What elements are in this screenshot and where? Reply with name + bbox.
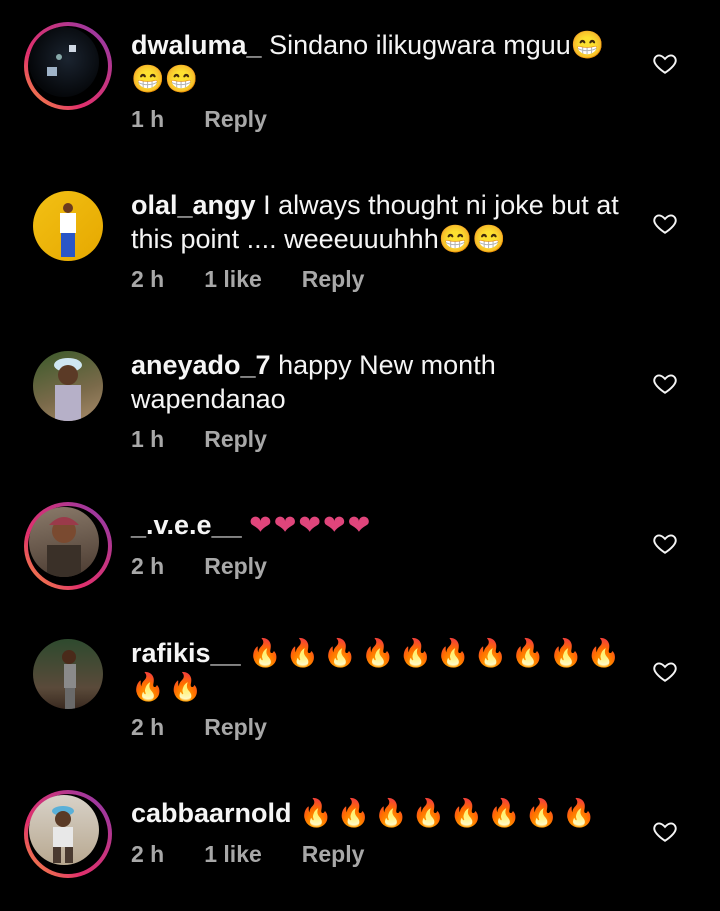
like-heart-icon[interactable] (652, 50, 678, 76)
comment-username[interactable]: dwaluma_ (131, 30, 262, 60)
like-heart-icon[interactable] (652, 530, 678, 556)
avatar-story-ring[interactable] (24, 22, 112, 110)
like-heart-icon[interactable] (652, 658, 678, 684)
comment-text: _.v.e.e__ ❤❤❤❤❤ (131, 508, 631, 542)
comment-time: 2 h (131, 841, 165, 867)
reply-button[interactable]: Reply (302, 841, 365, 868)
comment-body: ❤❤❤❤❤ (249, 510, 373, 540)
avatar[interactable] (33, 639, 103, 709)
comment-time: 1 h (131, 426, 165, 452)
comment-time: 1 h (131, 106, 165, 132)
avatar[interactable] (29, 795, 99, 865)
avatar-wrapper[interactable] (24, 342, 112, 430)
avatar[interactable] (29, 507, 99, 577)
avatar-wrapper[interactable] (24, 182, 112, 270)
comment-meta: 1 h Reply (131, 106, 267, 133)
comment-text: dwaluma_ Sindano ilikugwara mguu😁😁😁 (131, 28, 631, 96)
avatar[interactable] (33, 351, 103, 421)
avatar-wrapper[interactable] (24, 630, 112, 718)
comment-username[interactable]: cabbaarnold (131, 798, 292, 828)
reply-button[interactable]: Reply (204, 553, 267, 580)
like-count[interactable]: 1 like (204, 841, 262, 868)
comment-meta: 1 h Reply (131, 426, 267, 453)
reply-button[interactable]: Reply (302, 266, 365, 293)
like-heart-icon[interactable] (652, 370, 678, 396)
reply-button[interactable]: Reply (204, 106, 267, 133)
comment-meta: 2 h 1 like Reply (131, 841, 364, 868)
like-heart-icon[interactable] (652, 818, 678, 844)
comment-time: 2 h (131, 714, 165, 740)
comment-meta: 2 h Reply (131, 553, 267, 580)
avatar[interactable] (33, 191, 103, 261)
like-heart-icon[interactable] (652, 210, 678, 236)
comment-time: 2 h (131, 266, 165, 292)
comment-meta: 2 h Reply (131, 714, 267, 741)
comment-username[interactable]: olal_angy (131, 190, 256, 220)
comment-text: aneyado_7 happy New month wapendanao (131, 348, 631, 416)
comment-username[interactable]: _.v.e.e__ (131, 510, 242, 540)
comment-text: rafikis__ 🔥🔥🔥🔥🔥🔥🔥🔥🔥🔥🔥🔥 (131, 636, 631, 704)
comment-text: olal_angy I always thought ni joke but a… (131, 188, 631, 256)
comment-username[interactable]: rafikis__ (131, 638, 241, 668)
comment-username[interactable]: aneyado_7 (131, 350, 271, 380)
reply-button[interactable]: Reply (204, 714, 267, 741)
avatar-story-ring[interactable] (24, 790, 112, 878)
comment-time: 2 h (131, 553, 165, 579)
reply-button[interactable]: Reply (204, 426, 267, 453)
comment-text: cabbaarnold 🔥🔥🔥🔥🔥🔥🔥🔥 (131, 796, 631, 830)
comment-meta: 2 h 1 like Reply (131, 266, 364, 293)
comment-body: 🔥🔥🔥🔥🔥🔥🔥🔥 (299, 798, 601, 828)
like-count[interactable]: 1 like (204, 266, 262, 293)
avatar-story-ring[interactable] (24, 502, 112, 590)
avatar[interactable] (29, 27, 99, 97)
